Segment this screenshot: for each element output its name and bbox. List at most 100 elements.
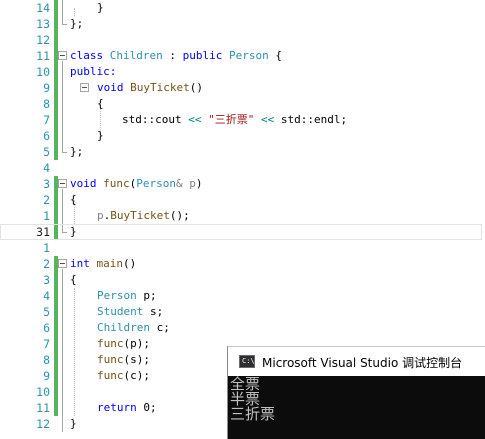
fold-guide bbox=[62, 61, 63, 152]
identifier-token: c; bbox=[149, 321, 170, 334]
fold-toggle-func[interactable] bbox=[58, 179, 67, 188]
keyword-token: public: bbox=[70, 65, 117, 78]
type-token: Student bbox=[97, 305, 144, 318]
function-token: func bbox=[97, 337, 124, 350]
scope-token: :: bbox=[300, 113, 314, 126]
keyword-token: int bbox=[70, 257, 90, 270]
type-token: Person bbox=[97, 289, 137, 302]
code-line-call[interactable]: p.BuyTicket(); bbox=[97, 208, 190, 224]
identifier-token: cout bbox=[155, 113, 182, 126]
indent-guide bbox=[74, 288, 75, 416]
indent-guide bbox=[74, 8, 75, 16]
identifier-token: 0; bbox=[136, 401, 157, 414]
namespace-token: std bbox=[122, 113, 142, 126]
fold-guide bbox=[62, 0, 63, 24]
code-line-method-decl[interactable]: void BuyTicket() bbox=[97, 80, 203, 96]
line-number: 6 bbox=[43, 129, 50, 143]
console-output-line: 三折票 bbox=[230, 405, 276, 423]
line-number: 12 bbox=[36, 33, 50, 47]
punct-token: () bbox=[123, 257, 137, 270]
code-line-cout[interactable]: std::cout << "三折票" << std::endl; bbox=[122, 112, 347, 128]
type-token: Person bbox=[136, 177, 176, 190]
identifier-token: endl bbox=[314, 113, 341, 126]
brace-token: } bbox=[70, 417, 77, 430]
line-number: 5 bbox=[43, 305, 50, 319]
type-token: Children bbox=[109, 49, 163, 62]
punct-token: { bbox=[268, 49, 282, 62]
brace-token: { bbox=[70, 193, 77, 206]
function-token: BuyTicket bbox=[130, 81, 190, 94]
code-line[interactable]: { bbox=[97, 96, 104, 112]
fold-toggle-class[interactable] bbox=[58, 51, 67, 60]
function-token: main bbox=[96, 257, 124, 270]
code-line[interactable]: } bbox=[97, 0, 104, 16]
code-line[interactable]: { bbox=[70, 272, 77, 288]
keyword-token: class bbox=[70, 49, 104, 62]
line-number: 13 bbox=[36, 17, 50, 31]
param-token: & p bbox=[176, 177, 196, 190]
fold-toggle-method[interactable] bbox=[80, 83, 89, 92]
code-line-return[interactable]: return 0; bbox=[97, 400, 157, 416]
line-number: 9 bbox=[43, 81, 50, 95]
line-number: 3 bbox=[43, 273, 50, 287]
code-line[interactable]: }; bbox=[70, 144, 83, 160]
punct-token: ) bbox=[195, 177, 203, 190]
line-number: 8 bbox=[43, 353, 50, 367]
code-line-decl[interactable]: Children c; bbox=[97, 320, 170, 336]
line-number: 2 bbox=[43, 257, 50, 271]
console-title: Microsoft Visual Studio 调试控制台 bbox=[262, 356, 463, 370]
code-line[interactable]: }; bbox=[70, 16, 83, 32]
brace-token: { bbox=[70, 273, 77, 286]
function-token: func bbox=[97, 369, 124, 382]
brace-token: }; bbox=[70, 145, 84, 158]
code-line-call[interactable]: func(p); bbox=[97, 336, 150, 352]
line-number: 1 bbox=[43, 241, 50, 255]
fold-end bbox=[62, 24, 67, 25]
code-line-func-decl[interactable]: void func(Person& p) bbox=[70, 176, 203, 192]
code-line-call[interactable]: func(c); bbox=[97, 368, 150, 384]
type-token: Person bbox=[228, 49, 269, 62]
punct-token: () bbox=[189, 81, 203, 94]
keyword-token: void bbox=[97, 81, 124, 94]
identifier-token: p; bbox=[136, 289, 157, 302]
param-token: p bbox=[97, 209, 104, 222]
line-number: 5 bbox=[43, 145, 50, 159]
code-line[interactable]: public: bbox=[70, 64, 116, 80]
console-app-icon: C:\ bbox=[239, 355, 255, 368]
line-number: 14 bbox=[36, 1, 50, 15]
brace-token: } bbox=[97, 1, 104, 14]
debug-console-window[interactable]: C:\ Microsoft Visual Studio 调试控制台 全票 半票 … bbox=[227, 346, 485, 439]
line-number: 8 bbox=[43, 97, 50, 111]
fold-end bbox=[62, 152, 67, 153]
code-line[interactable]: } bbox=[70, 416, 77, 432]
code-line-call[interactable]: func(s); bbox=[97, 352, 150, 368]
code-line-main-decl[interactable]: int main() bbox=[70, 256, 136, 272]
fold-guide bbox=[62, 269, 63, 432]
brace-token: { bbox=[97, 97, 104, 110]
function-token: func bbox=[97, 353, 124, 366]
code-line[interactable]: } bbox=[97, 128, 104, 144]
fold-toggle-main[interactable] bbox=[58, 259, 67, 268]
code-line-class-decl[interactable]: class Children : public Person { bbox=[70, 48, 282, 64]
code-line-decl[interactable]: Person p; bbox=[97, 288, 157, 304]
change-marker bbox=[54, 288, 58, 416]
line-number: 4 bbox=[43, 161, 50, 175]
console-title-bar[interactable]: C:\ Microsoft Visual Studio 调试控制台 bbox=[228, 346, 485, 376]
code-line[interactable]: { bbox=[70, 192, 77, 208]
line-number: 1 bbox=[43, 209, 50, 223]
keyword-token: public bbox=[182, 49, 223, 62]
line-number: 10 bbox=[36, 385, 50, 399]
brace-token: }; bbox=[70, 17, 84, 30]
line-number: 9 bbox=[43, 369, 50, 383]
line-number: 12 bbox=[36, 417, 50, 431]
brace-token: } bbox=[97, 129, 104, 142]
punct-token: ; bbox=[340, 113, 348, 126]
brace-token: } bbox=[70, 225, 77, 238]
line-number: 11 bbox=[36, 401, 50, 415]
function-token: BuyTicket bbox=[110, 209, 170, 222]
namespace-token: std bbox=[280, 113, 301, 126]
code-line-current[interactable]: } bbox=[70, 224, 77, 240]
code-line-decl[interactable]: Student s; bbox=[97, 304, 163, 320]
line-number: 7 bbox=[43, 113, 50, 127]
line-number: 10 bbox=[36, 65, 50, 79]
